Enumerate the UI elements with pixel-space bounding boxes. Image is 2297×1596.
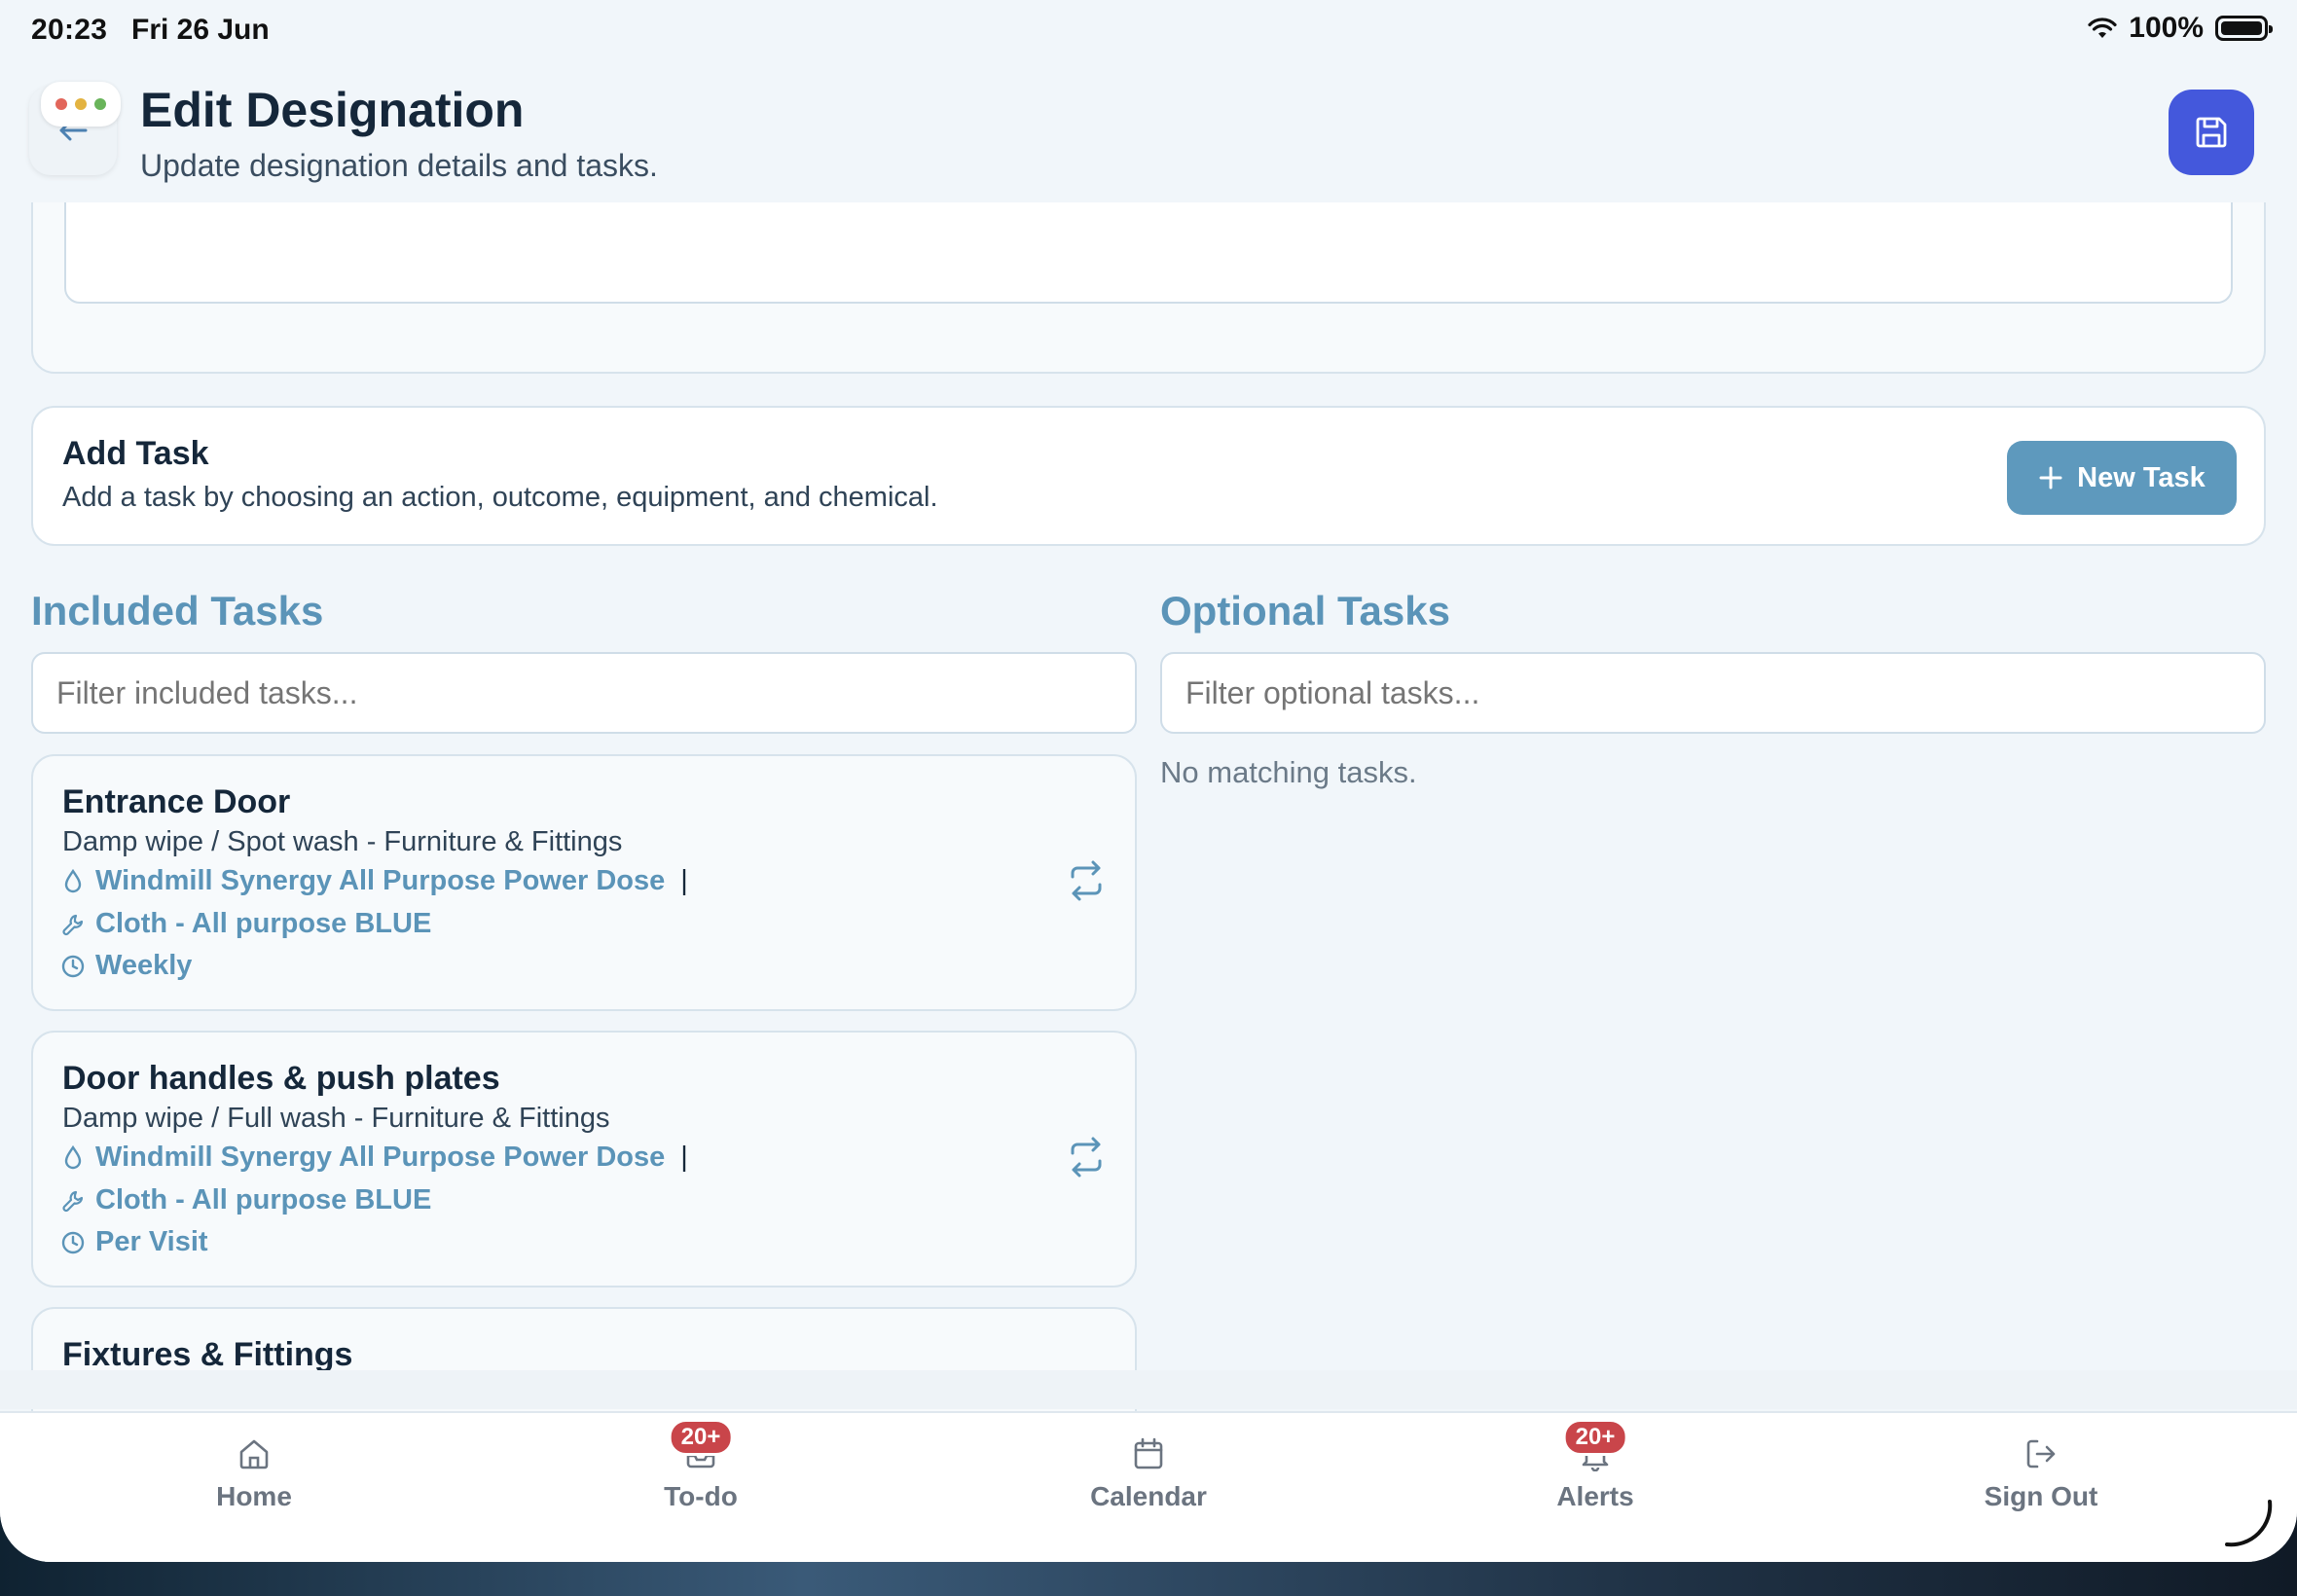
optional-tasks-title: Optional Tasks: [1160, 588, 1450, 634]
scroll-edge: [0, 1370, 2297, 1409]
plus-icon: [2039, 466, 2062, 490]
task-card[interactable]: Door handles & push plates Damp wipe / F…: [31, 1031, 1137, 1288]
task-card[interactable]: Entrance Door Damp wipe / Spot wash - Fu…: [31, 754, 1137, 1011]
included-filter-input[interactable]: [31, 652, 1137, 734]
app-screen: 20:23 Fri 26 Jun 100% Add Task Add a tas…: [0, 0, 2297, 1562]
tab-bar: Home 20+ To-do Calendar 20+ Alerts Sign …: [0, 1411, 2297, 1562]
window-controls[interactable]: [41, 82, 121, 127]
tab-todo[interactable]: 20+ To-do: [603, 1419, 798, 1512]
task-frequency: Weekly: [95, 950, 193, 981]
task-separator: |: [680, 865, 688, 896]
task-equipment-row: Cloth - All purpose BLUE: [60, 1184, 431, 1216]
sign-out-icon: [2026, 1439, 2056, 1469]
save-button[interactable]: [2169, 90, 2254, 175]
battery-icon: [2215, 16, 2273, 41]
tab-sign-out[interactable]: Sign Out: [1944, 1431, 2138, 1512]
add-task-card: Add Task Add a task by choosing an actio…: [31, 406, 2266, 546]
page-subtitle: Update designation details and tasks.: [140, 148, 658, 183]
task-name: Fixtures & Fittings: [62, 1336, 353, 1373]
task-description: Damp wipe / Spot wash - Furniture & Fitt…: [62, 826, 623, 857]
wrench-icon: [62, 1190, 84, 1212]
calendar-icon: [1134, 1437, 1163, 1469]
page-title: Edit Designation: [140, 83, 525, 137]
task-frequency-row: Per Visit: [60, 1226, 208, 1258]
status-time: 20:23: [31, 14, 108, 46]
maximize-dot-icon[interactable]: [94, 98, 106, 110]
todo-badge: 20+: [668, 1419, 734, 1456]
optional-empty-message: No matching tasks.: [1160, 755, 1417, 789]
task-chemical-row: Windmill Synergy All Purpose Power Dose …: [60, 1142, 688, 1174]
add-task-description: Add a task by choosing an action, outcom…: [62, 482, 938, 513]
move-task-icon[interactable]: [1067, 1136, 1106, 1179]
new-task-label: New Task: [2077, 461, 2206, 493]
task-name: Door handles & push plates: [62, 1060, 500, 1097]
close-dot-icon[interactable]: [55, 98, 67, 110]
new-task-button[interactable]: New Task: [2007, 441, 2237, 515]
tab-alerts-label: Alerts: [1556, 1481, 1634, 1511]
task-equipment: Cloth - All purpose BLUE: [95, 908, 432, 939]
task-equipment-row: Cloth - All purpose BLUE: [60, 908, 431, 940]
task-name: Entrance Door: [62, 783, 291, 820]
included-tasks-title: Included Tasks: [31, 588, 324, 634]
tab-calendar[interactable]: Calendar: [1051, 1431, 1246, 1512]
tab-home[interactable]: Home: [157, 1431, 351, 1512]
wrench-icon: [62, 914, 84, 935]
alerts-badge: 20+: [1562, 1419, 1628, 1456]
task-equipment: Cloth - All purpose BLUE: [95, 1184, 432, 1215]
tab-sign-out-label: Sign Out: [1984, 1481, 2098, 1511]
tab-calendar-label: Calendar: [1090, 1481, 1207, 1511]
droplet-icon: [64, 1144, 82, 1169]
wifi-icon: [2088, 18, 2117, 38]
save-icon: [2196, 117, 2227, 148]
task-chemical: Windmill Synergy All Purpose Power Dose: [95, 865, 666, 896]
tab-home-label: Home: [216, 1481, 292, 1511]
droplet-icon: [64, 868, 82, 892]
optional-filter-input[interactable]: [1160, 652, 2266, 734]
minimize-dot-icon[interactable]: [75, 98, 87, 110]
task-description: Damp wipe / Full wash - Furniture & Fitt…: [62, 1103, 610, 1134]
resize-handle-icon[interactable]: [2219, 1494, 2278, 1552]
tab-alerts[interactable]: 20+ Alerts: [1498, 1419, 1693, 1512]
status-date: Fri 26 Jun: [131, 14, 270, 46]
task-frequency-row: Weekly: [60, 950, 192, 982]
home-icon: [239, 1439, 269, 1469]
clock-icon: [61, 955, 85, 977]
task-separator: |: [680, 1142, 688, 1173]
move-task-icon[interactable]: [1067, 859, 1106, 902]
battery-percentage: 100%: [2129, 12, 2204, 44]
add-task-title: Add Task: [62, 435, 209, 472]
task-frequency: Per Visit: [95, 1226, 208, 1257]
task-chemical: Windmill Synergy All Purpose Power Dose: [95, 1142, 666, 1173]
tab-todo-label: To-do: [664, 1481, 738, 1511]
clock-icon: [61, 1231, 85, 1253]
task-chemical-row: Windmill Synergy All Purpose Power Dose …: [60, 865, 688, 897]
status-indicators: 100%: [2088, 12, 2273, 45]
